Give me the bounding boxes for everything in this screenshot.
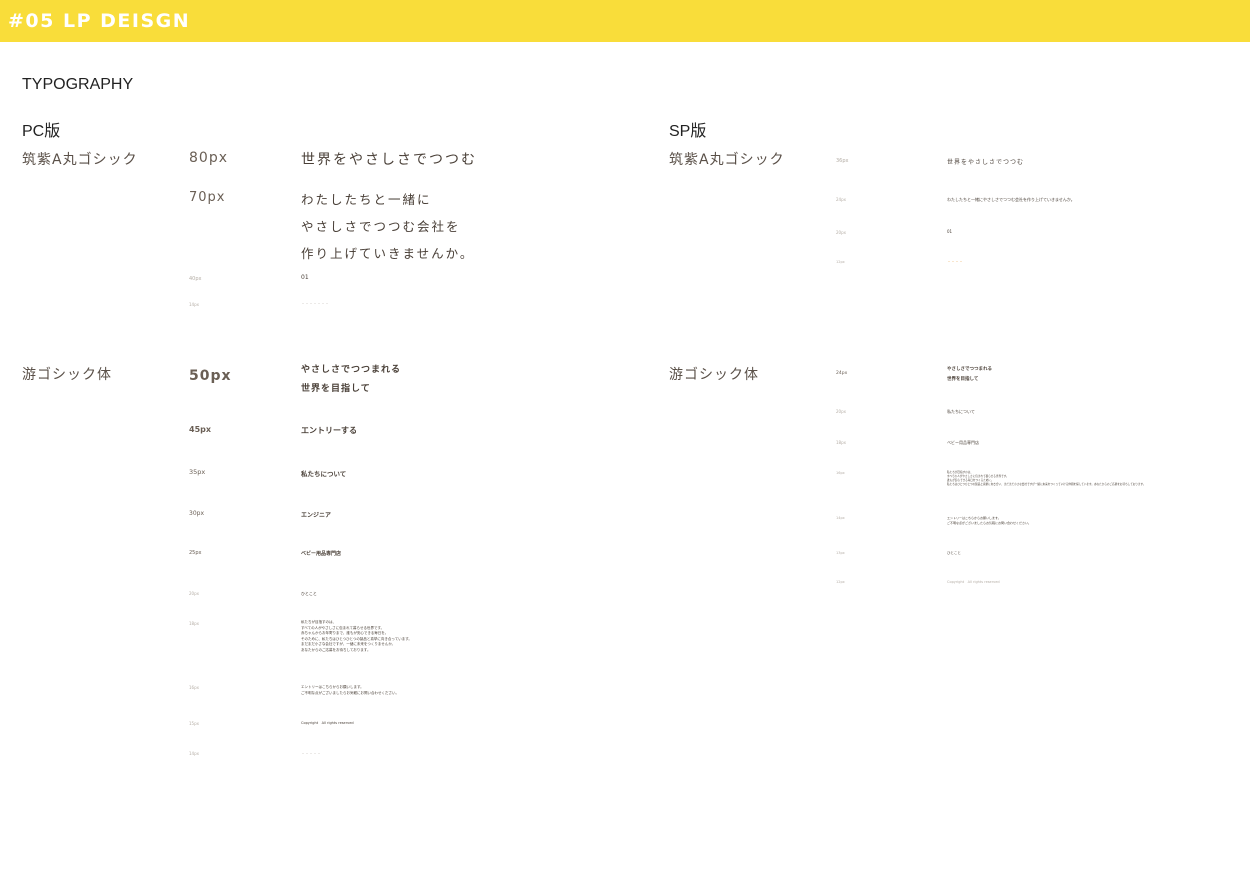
pc-yu-size-label: 20px bbox=[189, 591, 199, 596]
sp-yu-size-label: 20px bbox=[836, 409, 846, 414]
sp-yu-size-label: 12px bbox=[836, 580, 845, 584]
pc-maru-size-label: 14px bbox=[189, 302, 199, 307]
pc-yu-size-label: 16px bbox=[189, 685, 199, 690]
sp-maru-font-name: 筑紫A丸ゴシック bbox=[669, 152, 785, 168]
pc-yu-sample: 世界を目指して bbox=[301, 384, 371, 394]
sp-yu-font-name: 游ゴシック体 bbox=[669, 367, 759, 383]
sp-yu-size-label: 24px bbox=[836, 371, 848, 376]
page-title: #05 LP DEISGN bbox=[8, 10, 191, 32]
pc-maru-sample: ・・・・・・・ bbox=[301, 301, 329, 306]
header-bar: #05 LP DEISGN bbox=[0, 0, 1250, 42]
pc-maru-sample: 01 bbox=[301, 274, 309, 281]
pc-yu-paragraph: エントリーはこちらからお願いします。 ご不明な点がございましたらお気軽にお問い合… bbox=[301, 685, 399, 696]
sp-yu-sample: ひとこと bbox=[947, 551, 961, 555]
sp-yu-size-label: 14px bbox=[836, 516, 845, 520]
pc-yu-sample: ひとこと bbox=[301, 591, 317, 596]
pc-maru-size-label: 80px bbox=[189, 150, 228, 166]
pc-maru-sample: 世界をやさしさでつつむ bbox=[301, 152, 477, 168]
sp-maru-sample: わたしたちと一緒にやさしさでつつむ会社を作り上げていきませんか。 bbox=[947, 197, 1075, 202]
pc-maru-sample: わたしたちと一緒に bbox=[301, 192, 432, 207]
sp-maru-size-label: 12px bbox=[836, 260, 845, 264]
paragraph-line: ご不明な点がございましたらお気軽にお問い合わせください。 bbox=[947, 520, 1032, 525]
sp-yu-paragraph: 私たちが目指すのは、 すべての人がやさしさに包まれて暮らせる世界です。 誰もが安… bbox=[947, 471, 1145, 488]
paragraph-line: あなたからのご応募をお待ちしております。 bbox=[301, 647, 371, 652]
pc-yu-sample: ベビー用品専門店 bbox=[301, 551, 342, 557]
sp-maru-sample: 世界をやさしさでつつむ bbox=[947, 159, 1025, 166]
sp-maru-sample: ・・・・ bbox=[947, 259, 963, 264]
pc-maru-size-label: 40px bbox=[189, 276, 202, 282]
sp-maru-size-label: 36px bbox=[836, 158, 849, 164]
pc-yu-sample: 私たちについて bbox=[301, 470, 347, 478]
section-title: TYPOGRAPHY bbox=[22, 76, 134, 93]
sp-yu-sample: やさしさでつつまれる bbox=[947, 367, 992, 372]
paragraph-line: ご不明な点がございましたらお気軽にお問い合わせください。 bbox=[301, 690, 399, 695]
sp-yu-paragraph: エントリーはこちらからお願いします。 ご不明な点がございましたらお気軽にお問い合… bbox=[947, 516, 1031, 526]
sp-maru-sample: 01 bbox=[947, 229, 953, 234]
pc-yu-size-label: 25px bbox=[189, 550, 202, 556]
pc-yu-size-label: 14px bbox=[189, 751, 199, 756]
pc-version-label: PC版 bbox=[22, 123, 61, 140]
sp-yu-size-label: 13px bbox=[836, 551, 845, 555]
sp-maru-size-label: 20px bbox=[836, 230, 846, 235]
sp-yu-sample: 私たちについて bbox=[947, 409, 975, 414]
pc-yu-sample: エントリーする bbox=[301, 426, 357, 435]
sp-version-label: SP版 bbox=[669, 123, 707, 140]
pc-yu-size-label: 35px bbox=[189, 468, 206, 476]
sp-yu-sample: Copyright All rights reserved bbox=[947, 580, 1000, 584]
pc-yu-size-label: 50px bbox=[189, 368, 232, 384]
sp-yu-sample: 世界を目指して bbox=[947, 377, 979, 382]
pc-yu-sample: やさしさでつつまれる bbox=[301, 365, 402, 375]
sp-maru-size-label: 24px bbox=[836, 197, 846, 202]
pc-yu-size-label: 45px bbox=[189, 425, 212, 434]
pc-yu-size-label: 18px bbox=[189, 621, 199, 626]
pc-yu-font-name: 游ゴシック体 bbox=[22, 367, 112, 383]
pc-yu-sample: ・・・・・ bbox=[301, 751, 321, 756]
sp-yu-size-label: 18px bbox=[836, 440, 846, 445]
pc-yu-paragraph: 私たちが目指すのは、 すべての人がやさしさに包まれて暮らせる世界です。 赤ちゃん… bbox=[301, 620, 412, 654]
pc-yu-size-label: 30px bbox=[189, 510, 204, 517]
sp-yu-sample: ベビー用品専門店 bbox=[947, 440, 979, 445]
pc-yu-sample: エンジニア bbox=[301, 512, 332, 519]
pc-yu-sample: Copyright All rights reserved bbox=[301, 721, 354, 725]
pc-yu-size-label: 15px bbox=[189, 721, 199, 726]
pc-maru-size-label: 70px bbox=[189, 190, 226, 205]
paragraph-line: 私たちはひとつひとつの製品と真摯に向き合い、まだまだ小さな会社ですが一緒に未来を… bbox=[947, 483, 1146, 487]
pc-maru-sample: やさしさでつつむ会社を bbox=[301, 219, 461, 234]
pc-maru-font-name: 筑紫A丸ゴシック bbox=[22, 152, 138, 168]
pc-maru-sample: 作り上げていきませんか。 bbox=[301, 246, 475, 261]
sp-yu-size-label: 16px bbox=[836, 471, 845, 475]
